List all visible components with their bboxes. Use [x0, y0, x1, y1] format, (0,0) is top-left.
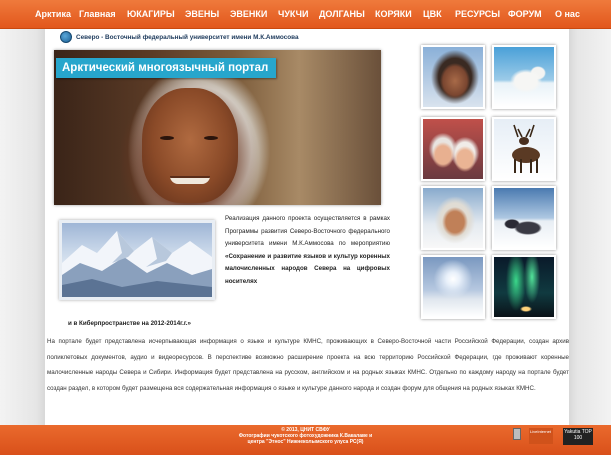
nav-item-about[interactable]: О нас: [550, 9, 585, 19]
thumbnail[interactable]: [421, 117, 485, 181]
hero-face: [142, 88, 238, 203]
nav-item-chukchi[interactable]: ЧУКЧИ: [273, 9, 313, 19]
portal-title: Арктический многоязычный портал: [56, 58, 277, 78]
top-nav: Арктика Главная ЮКАГИРЫ ЭВЕНЫ ЭВЕНКИ ЧУК…: [0, 0, 611, 29]
yakutia-top100-badge[interactable]: Yakutia TOP 100: [563, 428, 593, 445]
nav-item-yukaghirs[interactable]: ЮКАГИРЫ: [122, 9, 180, 19]
intro-program-name: «Сохранение и развитие языков и культур …: [225, 252, 390, 285]
nav-item-cvk[interactable]: ЦВК: [418, 9, 447, 19]
liveinternet-counter-badge[interactable]: LiveInternet: [529, 428, 553, 444]
university-name: Северо - Восточный федеральный университ…: [76, 33, 299, 41]
nav-item-koryaks[interactable]: КОРЯКИ: [370, 9, 417, 19]
thumbnail[interactable]: [421, 45, 485, 109]
thumbnail[interactable]: [492, 186, 556, 250]
nav-item-dolgans[interactable]: ДОЛГАНЫ: [314, 9, 370, 19]
document-icon[interactable]: [513, 428, 521, 440]
winter-sun-photo: [423, 257, 483, 317]
thumbnail[interactable]: [492, 255, 556, 319]
thumbnail[interactable]: [492, 45, 556, 109]
hero-eye-right: [204, 136, 218, 140]
reindeer-photo: [494, 119, 554, 179]
hero-smile: [170, 176, 210, 184]
thumbnail[interactable]: [492, 117, 556, 181]
thumbnail[interactable]: [421, 255, 485, 319]
right-margin: [569, 29, 611, 425]
mountain-photo: [59, 220, 215, 300]
aurora-photo: [494, 257, 554, 317]
left-margin: [0, 29, 45, 425]
nav-item-resources[interactable]: РЕСУРСЫ: [450, 9, 505, 19]
elder-woman-photo: [423, 47, 483, 107]
description-paragraph: На портале будет представлена исчерпываю…: [47, 338, 569, 392]
university-logo-icon: [60, 31, 72, 43]
children-photo: [423, 119, 483, 179]
nav-item-forum[interactable]: ФОРУМ: [503, 9, 547, 19]
seal-photo: [494, 188, 554, 248]
intro-text: Реализация данного проекта осуществляетс…: [225, 215, 390, 248]
fur-hood-man-photo: [423, 188, 483, 248]
thumbnail[interactable]: [421, 186, 485, 250]
nav-item-home[interactable]: Главная: [74, 9, 121, 19]
nav-item-arctic[interactable]: Арктика: [30, 9, 76, 19]
university-header[interactable]: Северо - Восточный федеральный университ…: [60, 30, 299, 44]
hero-eye-left: [160, 136, 174, 140]
nav-item-evens[interactable]: ЭВЕНЫ: [180, 9, 224, 19]
nav-item-evenks[interactable]: ЭВЕНКИ: [225, 9, 272, 19]
polar-bear-photo: [494, 47, 554, 107]
intro-tail: и в Киберпространстве на 2012-2014г.г.»: [68, 320, 191, 327]
intro-paragraph: Реализация данного проекта осуществляетс…: [225, 213, 390, 289]
